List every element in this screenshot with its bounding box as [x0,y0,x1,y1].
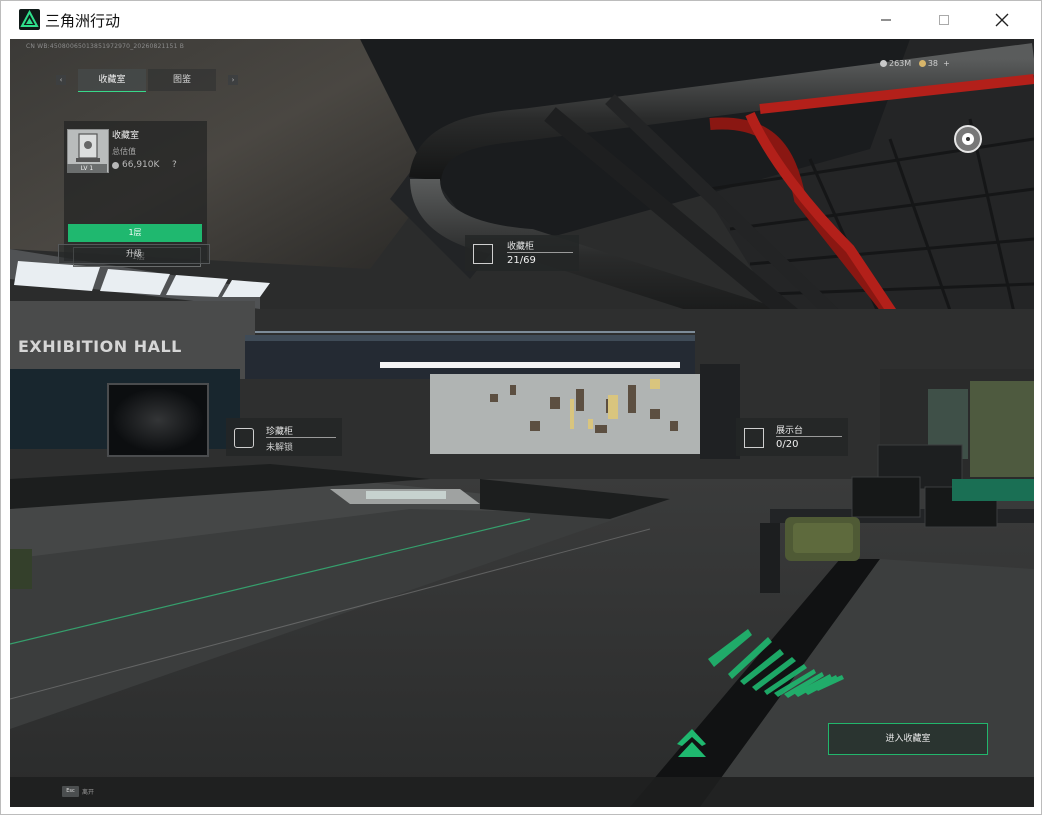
esc-key[interactable]: Esc [62,786,79,797]
marker-underline [776,436,842,437]
window-title: 三角洲行动 [45,12,121,30]
camera-lens [966,137,970,141]
camera-view-button[interactable] [954,125,982,153]
add-currency-button[interactable]: + [943,59,950,68]
rare-cabinet-title: 珍藏柜 [266,427,294,437]
upgrade-button[interactable]: 升级 [58,244,210,264]
room-tabbar: ‹ 收藏室 图鉴 › [56,69,238,92]
display-stand-count: 0/20 [776,439,799,450]
gold-amount: 38 [927,59,938,68]
silver-coin-icon [880,60,887,67]
collection-cabinet-count: 21/69 [507,255,536,266]
exhibition-hall-sign: EXHIBITION HALL [18,337,182,356]
floor-1-button[interactable]: 1层 [68,224,202,242]
rare-cabinet-status: 未解锁 [266,443,294,453]
display-stand-marker[interactable]: 展示台 0/20 [736,418,848,456]
game-window: 三角洲行动 CN WB:45080065013851972970_2026082… [0,0,1042,815]
close-button[interactable] [973,1,1031,39]
title-bar: 三角洲行动 [1,1,1041,39]
marker-underline [507,252,573,253]
room-level: LV 1 [67,164,107,173]
room-info-panel: LV 1 收藏室 总估值 66,910K ? 1层 -1层 [64,121,207,267]
display-stand-title: 展示台 [776,426,804,436]
room-estimate-label: 总估值 [112,147,136,156]
currency-display: 263M 38 + [880,59,950,68]
bottom-hint-bar: Esc 离开 [10,777,1034,807]
tab-prev-button[interactable]: ‹ [56,75,66,85]
esc-label: 离开 [82,789,95,796]
tab-catalog[interactable]: 图鉴 [148,69,216,91]
tab-next-button[interactable]: › [228,75,238,85]
display-stand-icon [744,428,764,448]
app-icon [19,9,40,30]
silver-amount: 263M [889,59,912,68]
tab-collection-room[interactable]: 收藏室 [78,69,146,92]
help-icon[interactable]: ? [172,160,177,170]
rare-cabinet-marker[interactable]: 珍藏柜 未解锁 [226,418,342,456]
maximize-button[interactable] [915,1,973,39]
room-name: 收藏室 [112,131,140,141]
lock-icon [234,428,254,448]
room-estimate-value: 66,910K [122,160,160,170]
game-viewport[interactable]: CN WB:45080065013851972970_20260821151 B… [10,39,1034,807]
cabinet-icon [473,244,493,264]
collection-cabinet-title: 收藏柜 [507,242,535,252]
collection-cabinet-marker[interactable]: 收藏柜 21/69 [465,235,579,271]
gold-coin-icon [918,60,926,67]
marker-underline [266,437,336,438]
minimize-icon [881,19,891,21]
close-icon [995,13,1009,27]
maximize-icon [939,15,949,25]
minimize-button[interactable] [857,1,915,39]
build-id: CN WB:45080065013851972970_20260821151 B [26,43,185,50]
coin-icon [112,162,119,169]
enter-collection-room-button[interactable]: 进入收藏室 [828,723,988,755]
